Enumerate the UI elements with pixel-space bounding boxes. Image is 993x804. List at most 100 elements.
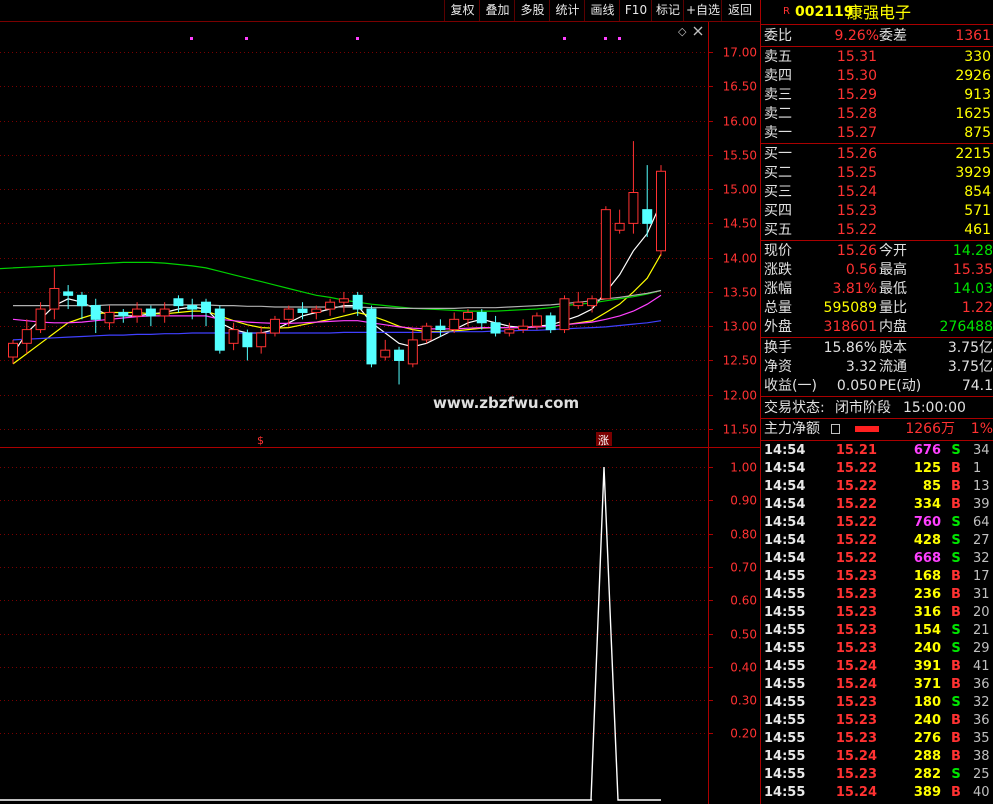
toolbar-button-tongji[interactable]: 统计	[549, 0, 585, 21]
candle	[449, 312, 460, 334]
toolbar-button-fanhui[interactable]: 返回	[721, 0, 758, 21]
tick-time: 14:54	[764, 461, 806, 476]
toolbar-button-fuquan[interactable]: 复权	[444, 0, 480, 21]
tick-volume: 428	[913, 533, 941, 548]
tick-side: B	[951, 785, 961, 800]
price-tick-label: 17.00	[723, 46, 757, 60]
indicator-tick-label: 1.00	[730, 461, 757, 475]
tick-side: B	[951, 605, 961, 620]
tick-time: 14:55	[764, 731, 806, 746]
tick-price: 15.24	[835, 659, 877, 674]
candle	[380, 339, 391, 361]
dot-marker	[604, 37, 607, 40]
toolbar-button-biaoji[interactable]: 标记	[651, 0, 684, 21]
list-icon[interactable]	[831, 424, 840, 434]
quote-value: 15.26	[836, 243, 877, 259]
candle	[573, 291, 584, 310]
tick-time: 14:55	[764, 659, 806, 674]
candle-body	[545, 315, 556, 331]
tick-side: B	[951, 587, 961, 602]
candle-body	[352, 294, 363, 310]
price-axis: 17.00 16.50 16.00 15.50 15.00 14.50 14.00 13.50…	[708, 46, 757, 437]
tick-count: 13	[973, 479, 990, 494]
weicha-value: 1361	[955, 28, 991, 44]
toolbar-button-diejia[interactable]: 叠加	[479, 0, 515, 21]
bid-label: 买五	[764, 222, 792, 238]
dot-marker	[245, 37, 248, 40]
candle-body	[394, 349, 405, 361]
candle-body	[338, 298, 349, 303]
toolbar-button-huaxian[interactable]: 画线	[584, 0, 620, 21]
tick-count: 38	[973, 749, 990, 764]
candle-body	[559, 298, 570, 331]
candle-body	[145, 308, 156, 317]
bid-volume: 571	[964, 203, 991, 219]
tick-row: 14:54 15.22 125 B 1	[761, 460, 993, 478]
candle-body	[214, 308, 225, 351]
candle-body	[642, 209, 653, 224]
candle	[201, 298, 212, 327]
tick-side: S	[951, 443, 961, 458]
tick-price: 15.23	[835, 605, 877, 620]
ask-price: 15.30	[836, 68, 877, 84]
ask-label: 卖三	[764, 87, 792, 103]
indicator-line	[0, 466, 661, 801]
candle-body	[256, 332, 267, 348]
tick-volume: 282	[913, 767, 941, 782]
quote-label: 涨跌	[764, 262, 792, 278]
dot-marker	[356, 37, 359, 40]
fundamental-value: 3.32	[845, 359, 877, 375]
bid-volume: 854	[964, 184, 991, 200]
diamond-icon[interactable]: ◇	[678, 25, 687, 38]
tick-row: 14:55 15.23 180 S 32	[761, 694, 993, 712]
candle-body	[21, 329, 32, 344]
candle	[269, 315, 280, 337]
tick-volume: 316	[913, 605, 941, 620]
tick-row: 14:55 15.24 371 B 36	[761, 676, 993, 694]
tick-side: B	[951, 461, 961, 476]
weibi-label: 委比	[764, 28, 792, 44]
indicator-tick-label: 0.30	[730, 694, 757, 708]
candle-body	[504, 329, 515, 334]
tick-volume: 676	[913, 443, 941, 458]
tick-price: 15.24	[835, 785, 877, 800]
tick-row: 14:54 15.22 334 B 39	[761, 496, 993, 514]
candle-body	[476, 311, 487, 324]
moving-average-lines	[0, 202, 662, 365]
tick-side: B	[951, 659, 961, 674]
candle	[145, 305, 156, 327]
indicator-tick-label: 0.50	[730, 628, 757, 642]
tick-count: 41	[973, 659, 990, 674]
indicator-tick-label: 0.60	[730, 594, 757, 608]
tick-count: 21	[973, 623, 990, 638]
tick-side: B	[951, 713, 961, 728]
candle-body	[380, 349, 391, 358]
weibi-value: 9.26%	[834, 28, 879, 44]
bid-label: 买一	[764, 146, 792, 162]
candle-body	[614, 222, 625, 231]
tick-price: 15.22	[835, 533, 877, 548]
tick-volume: 180	[913, 695, 941, 710]
indicator-tick-label: 0.70	[730, 561, 757, 575]
tick-time: 14:55	[764, 785, 806, 800]
tick-volume: 168	[913, 569, 941, 584]
candle-body	[311, 308, 322, 313]
close-icon[interactable]	[693, 26, 703, 36]
tick-row: 14:55 15.23 154 S 21	[761, 622, 993, 640]
candle-body	[587, 298, 598, 307]
tick-count: 34	[973, 443, 990, 458]
s-marker: $	[257, 434, 264, 447]
toolbar-button-f10[interactable]: F10	[619, 0, 652, 21]
quote-panel: R 002119 康强电子 委比 9.26% 委差 1361 卖五 15.31 330 卖四 15.3…	[761, 0, 993, 804]
tick-side: S	[951, 515, 961, 530]
candle	[256, 326, 267, 354]
bid-volume: 3929	[955, 165, 991, 181]
indicator-tick-label: 0.80	[730, 528, 757, 542]
quote-label: 总量	[764, 300, 792, 316]
tick-side: S	[951, 533, 961, 548]
toolbar-button-duogu[interactable]: 多股	[514, 0, 550, 21]
price-tick-label: 15.00	[723, 183, 757, 197]
tick-row: 14:55 15.23 236 B 31	[761, 586, 993, 604]
toolbar-button-zixuan[interactable]: +自选	[683, 0, 722, 21]
trade-status-label: 交易状态:	[764, 400, 825, 416]
